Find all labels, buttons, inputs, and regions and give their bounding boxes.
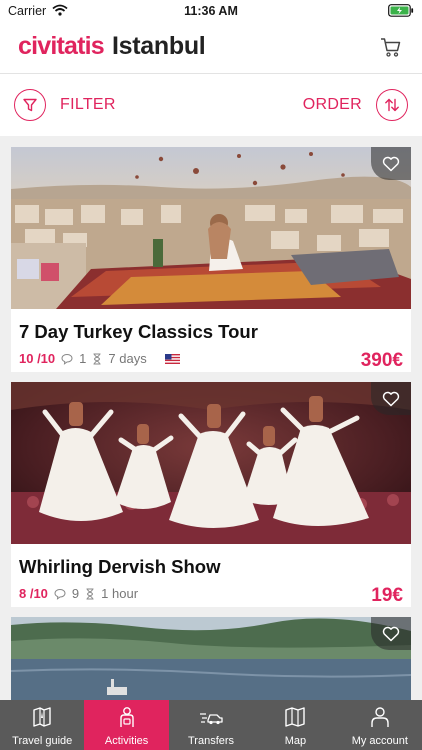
filter-order-bar: FILTER ORDER bbox=[0, 74, 422, 136]
activity-title[interactable]: Whirling Dervish Show bbox=[19, 556, 220, 578]
user-icon bbox=[369, 706, 391, 731]
cart-icon[interactable] bbox=[380, 36, 402, 63]
brand-logo[interactable]: civitatis bbox=[18, 32, 105, 61]
hourglass-icon bbox=[85, 588, 95, 600]
activity-duration: 7 days bbox=[108, 351, 147, 366]
funnel-icon bbox=[14, 89, 46, 121]
transfer-car-icon bbox=[199, 706, 223, 731]
map-book-icon bbox=[31, 706, 53, 731]
battery-icon bbox=[388, 4, 414, 20]
favorite-heart-icon[interactable] bbox=[371, 617, 411, 650]
hourglass-icon bbox=[92, 353, 102, 365]
activity-photo-bosphorus bbox=[11, 617, 411, 707]
filter-button[interactable]: FILTER bbox=[14, 88, 116, 122]
order-button[interactable]: ORDER bbox=[303, 88, 408, 122]
nav-travel-guide[interactable]: Travel guide bbox=[0, 700, 84, 750]
rating-score: 8 /10 bbox=[19, 586, 48, 601]
activity-meta: 10 /10 1 7 days bbox=[19, 351, 180, 366]
nav-map[interactable]: Map bbox=[253, 700, 337, 750]
nav-label: Travel guide bbox=[12, 735, 73, 747]
activity-price: 19€ bbox=[371, 585, 403, 606]
activity-card[interactable] bbox=[11, 617, 411, 707]
review-count: 9 bbox=[71, 586, 80, 601]
activity-card[interactable]: 7 Day Turkey Classics Tour 10 /10 1 7 da… bbox=[11, 147, 411, 372]
activity-price: 390€ bbox=[360, 350, 403, 371]
sort-arrows-icon bbox=[376, 89, 408, 121]
nav-activities[interactable]: Activities bbox=[84, 700, 169, 750]
activity-card[interactable]: Whirling Dervish Show 8 /10 9 1 hour 19€ bbox=[11, 382, 411, 607]
nav-my-account[interactable]: My account bbox=[338, 700, 422, 750]
map-icon bbox=[284, 706, 306, 731]
filter-label: FILTER bbox=[60, 96, 116, 113]
speech-bubble-icon bbox=[61, 353, 73, 365]
bottom-nav: Travel guide Activities Transfers Map My… bbox=[0, 700, 422, 750]
activity-duration: 1 hour bbox=[101, 586, 139, 601]
clock-time: 11:36 AM bbox=[184, 4, 238, 18]
us-flag-icon bbox=[164, 353, 180, 364]
speech-bubble-icon bbox=[54, 588, 66, 600]
order-label: ORDER bbox=[302, 96, 362, 113]
nav-label: Activities bbox=[104, 735, 149, 747]
favorite-heart-icon[interactable] bbox=[371, 147, 411, 180]
page-title: Istanbul bbox=[112, 32, 206, 60]
nav-transfers[interactable]: Transfers bbox=[169, 700, 253, 750]
status-bar: Carrier 11:36 AM bbox=[0, 0, 422, 22]
nav-label: Transfers bbox=[187, 735, 235, 747]
nav-label: My account bbox=[351, 735, 408, 747]
nav-label: Map bbox=[284, 735, 307, 747]
favorite-heart-icon[interactable] bbox=[371, 382, 411, 415]
rating-score: 10 /10 bbox=[19, 351, 56, 366]
review-count: 1 bbox=[79, 351, 87, 366]
activity-photo-cappadocia bbox=[11, 147, 411, 309]
traveler-icon bbox=[116, 706, 138, 731]
activity-meta: 8 /10 9 1 hour bbox=[19, 586, 138, 601]
app-header: civitatis Istanbul bbox=[0, 22, 422, 74]
activity-title[interactable]: 7 Day Turkey Classics Tour bbox=[19, 321, 258, 343]
activity-photo-dervish bbox=[11, 382, 411, 544]
